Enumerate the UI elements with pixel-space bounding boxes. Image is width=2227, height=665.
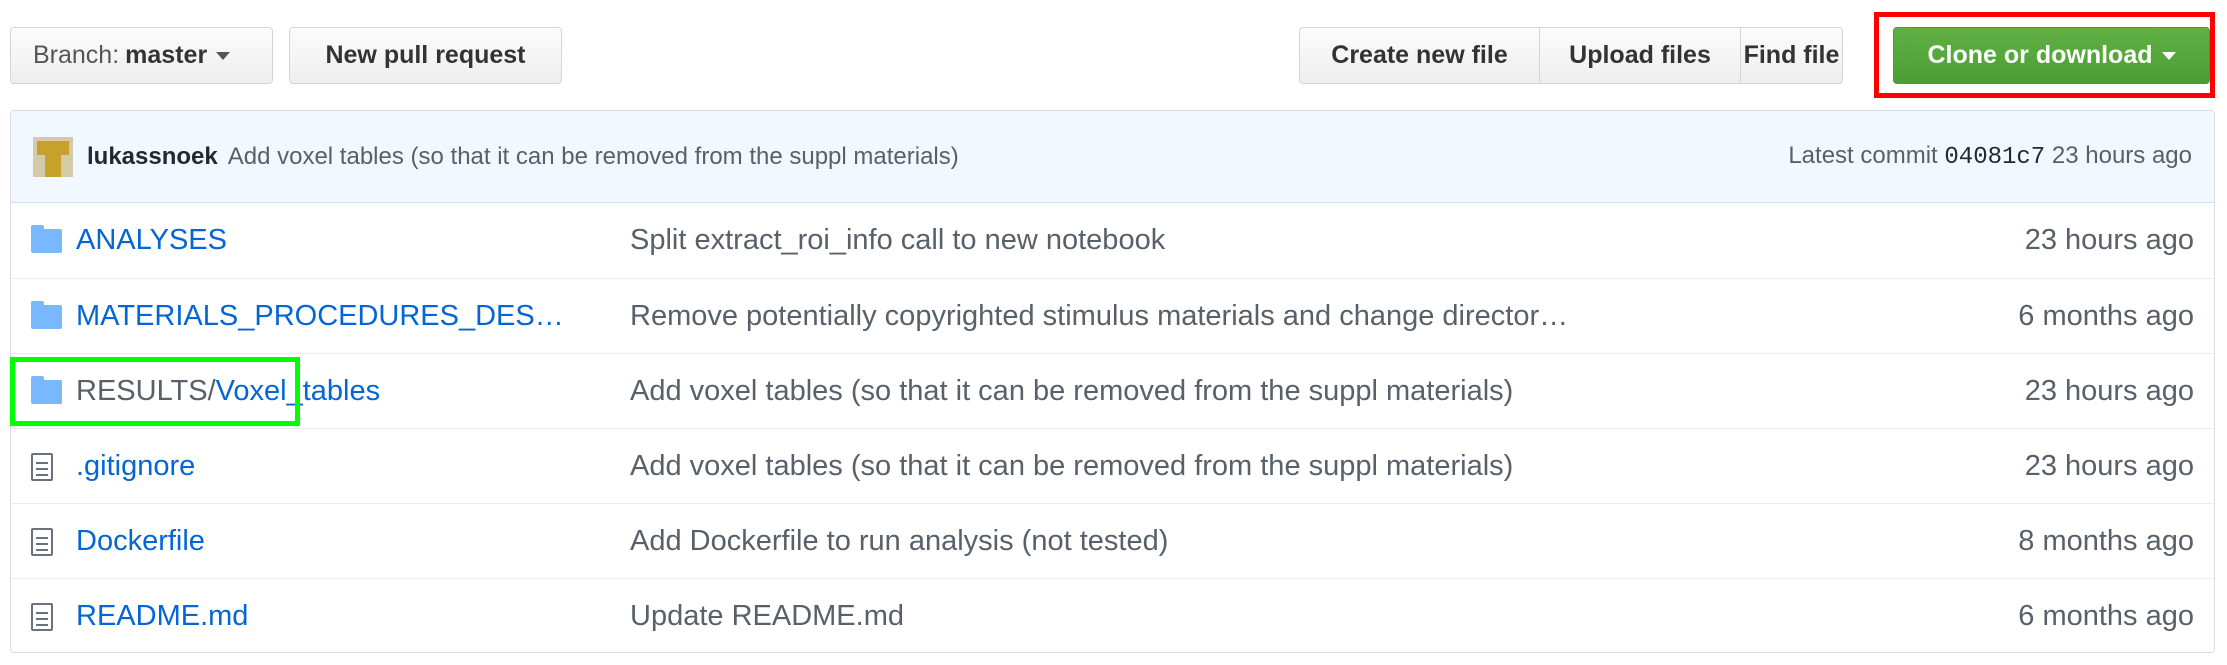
folder-icon [31,224,62,253]
file-type-icon-cell [31,429,67,504]
file-icon [31,452,53,481]
author-avatar[interactable] [33,136,73,177]
file-name-prefix: RESULTS/ [76,374,216,407]
file-name-link[interactable]: Dockerfile [76,525,205,558]
caret-down-icon [2161,51,2176,60]
branch-prefix: Branch: [33,41,120,69]
file-commit-age: 6 months ago [2018,599,2194,632]
file-name: README.md [76,599,249,632]
file-name: MATERIALS_PROCEDURES_DES… [76,299,564,332]
new-pull-request-button[interactable]: New pull request [289,27,562,84]
caret-down-icon [216,51,231,60]
file-commit-age: 23 hours ago [2024,224,2194,256]
file-row: Dockerfile Add Dockerfile to run analysis… [11,503,2214,578]
latest-commit-label: Latest commit [1788,142,1938,169]
file-name: Voxel_tables [215,374,381,407]
file-row: ANALYSES Split extract_roi_info call to n… [11,203,2214,278]
find-file-button[interactable]: Find file [1740,27,1843,84]
clone-or-download-button[interactable]: Clone or download [1893,27,2210,84]
folder-icon [31,375,62,404]
repo-toolbar: Branch: master New pull request Create n… [10,27,2215,85]
clone-label: Clone or download [1927,41,2153,69]
branch-name: master [125,41,208,69]
commit-sha[interactable]: 04081c7 [1944,144,2045,171]
latest-commit-bar: lukassnoek Add voxel tables (so that it … [11,111,2214,203]
file-name-link[interactable]: RESULTS/Voxel_tables [76,375,380,408]
file-type-icon-cell [31,354,67,429]
upload-files-button[interactable]: Upload files [1539,27,1741,84]
folder-icon [31,300,62,329]
file-commit-message[interactable]: Add voxel tables (so that it can be remo… [630,375,1513,408]
file-commit-message[interactable]: Add Dockerfile to run analysis (not test… [630,525,1168,558]
file-commit-message[interactable]: Add voxel tables (so that it can be remo… [630,450,1513,483]
file-name: .gitignore [76,449,196,482]
latest-commit-info: Latest commit 04081c7 23 hours ago [1788,142,2192,171]
file-commit-age: 6 months ago [2018,299,2194,332]
file-row: RESULTS/Voxel_tables Add voxel tables (so… [11,353,2214,428]
file-name-link[interactable]: MATERIALS_PROCEDURES_DES… [76,300,564,333]
commit-author[interactable]: lukassnoek [87,143,218,171]
file-type-icon-cell [31,279,67,354]
file-commit-age: 23 hours ago [2024,374,2194,407]
file-row: README.md Update README.md 6 months ago [11,578,2214,652]
branch-select-button[interactable]: Branch: master [10,27,273,84]
file-commit-age: 8 months ago [2018,524,2194,557]
file-name-link[interactable]: README.md [76,600,248,633]
file-commit-age: 23 hours ago [2024,449,2194,482]
file-commit-message[interactable]: Split extract_roi_info call to new noteb… [630,224,1165,257]
file-commit-message[interactable]: Remove potentially copyrighted stimulus … [630,300,1568,333]
file-name-link[interactable]: ANALYSES [76,224,227,257]
file-name-link[interactable]: .gitignore [76,450,195,483]
file-icon [31,527,53,556]
file-list: lukassnoek Add voxel tables (so that it … [10,110,2215,653]
file-row: .gitignore Add voxel tables (so that it c… [11,428,2214,503]
create-new-file-button[interactable]: Create new file [1299,27,1540,84]
file-icon [31,602,53,631]
file-actions-group: Create new file Upload files Find file [1299,27,1843,84]
file-name: ANALYSES [76,224,227,256]
file-row: MATERIALS_PROCEDURES_DES… Remove potentia… [11,278,2214,353]
commit-age: 23 hours ago [2051,142,2192,169]
file-type-icon-cell [31,579,67,652]
commit-message[interactable]: Add voxel tables (so that it can be remo… [228,143,959,171]
file-name: Dockerfile [76,524,205,557]
file-type-icon-cell [31,203,67,278]
file-commit-message[interactable]: Update README.md [630,600,904,633]
file-type-icon-cell [31,504,67,579]
